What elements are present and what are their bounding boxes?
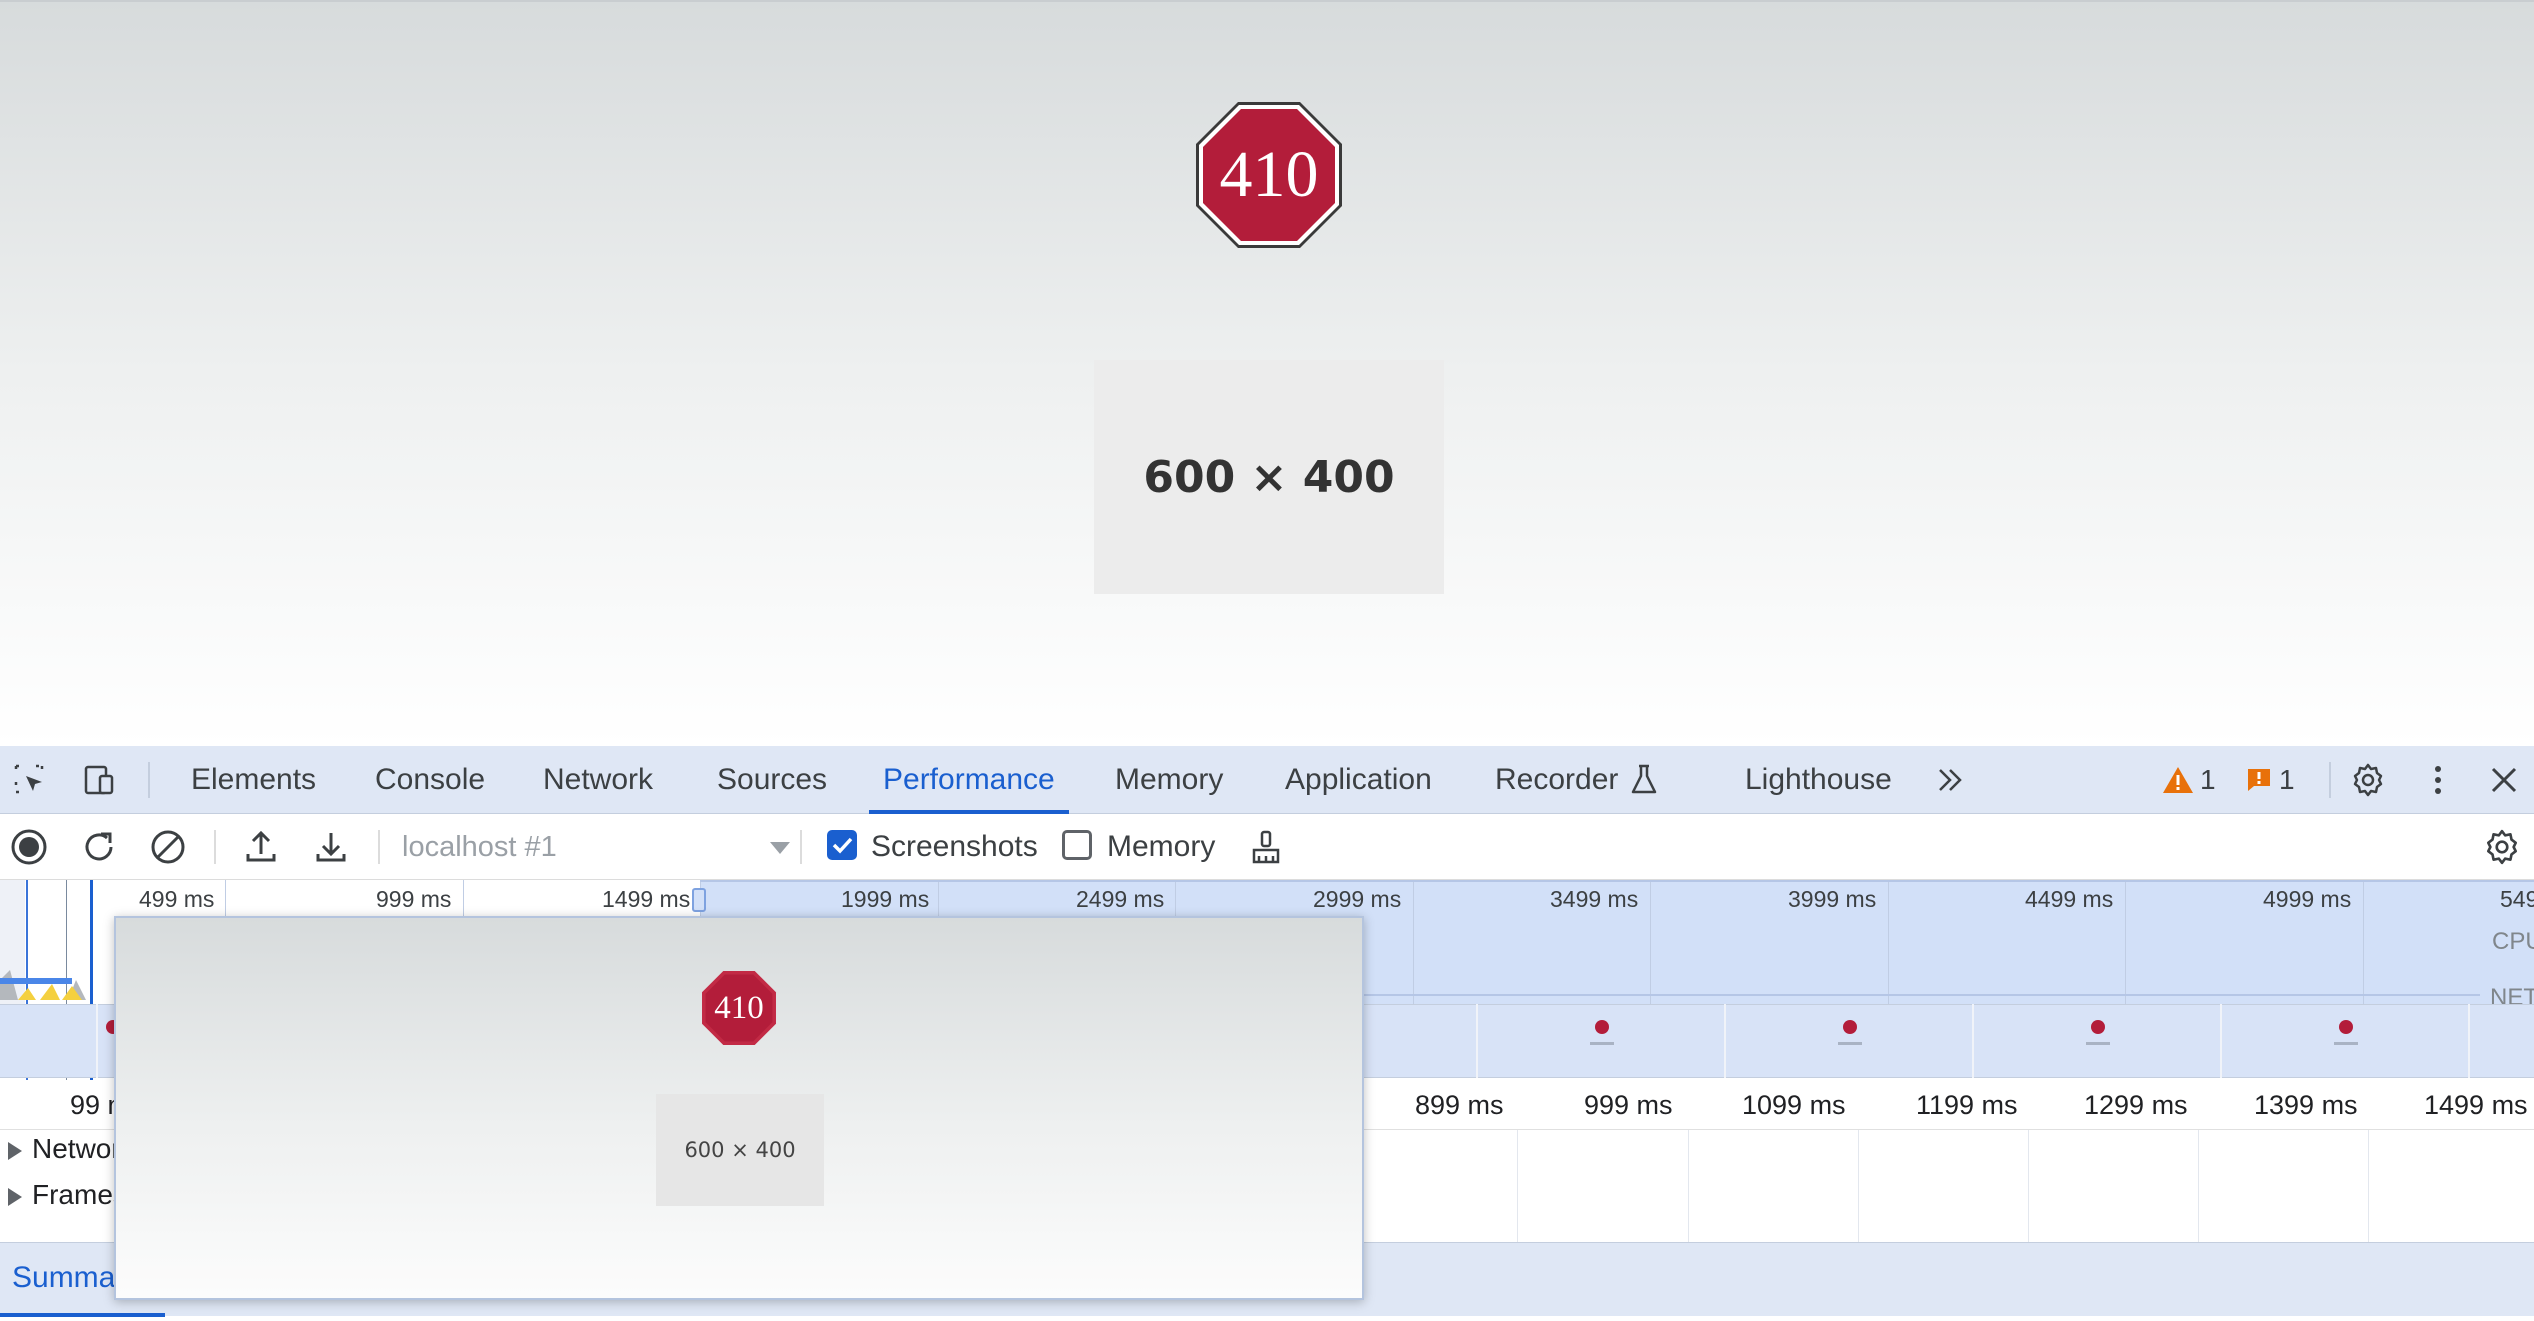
reload-record-icon[interactable] xyxy=(79,827,119,867)
expand-triangle-icon[interactable] xyxy=(8,1187,22,1206)
overview-time-label: 549 xyxy=(2500,886,2534,912)
placeholder-image: 600 × 400 xyxy=(1094,360,1444,594)
garbage-collect-broom-icon[interactable] xyxy=(1246,827,1286,867)
overview-time-label: 4999 ms xyxy=(2263,886,2352,912)
overview-time-label: 4499 ms xyxy=(2025,886,2114,912)
tab-performance[interactable]: Performance xyxy=(869,746,1069,814)
issue-count: 1 xyxy=(2279,764,2295,795)
tab-console[interactable]: Console xyxy=(375,746,485,814)
overview-time-label: 3499 ms xyxy=(1550,886,1639,912)
tab-lighthouse[interactable]: Lighthouse xyxy=(1745,746,1892,814)
ruler-time-label: 1399 ms xyxy=(2254,1090,2358,1120)
chevron-double-right-icon[interactable] xyxy=(1930,760,1970,800)
warning-icon xyxy=(2163,767,2193,793)
inspect-element-icon[interactable] xyxy=(10,760,50,800)
ruler-time-label: 999 ms xyxy=(1584,1090,1673,1120)
settings-gear-icon[interactable] xyxy=(2348,760,2388,800)
performance-toolbar: localhost #1 Screenshots Memory xyxy=(0,814,2534,880)
filmstrip-frame[interactable] xyxy=(2468,1004,2534,1078)
ruler-time-label: 899 ms xyxy=(1415,1090,1504,1120)
screenshots-checkbox[interactable] xyxy=(827,830,857,860)
overview-time-label: 2999 ms xyxy=(1313,886,1402,912)
upload-icon[interactable] xyxy=(241,827,281,867)
page-viewport: 410 600 × 400 xyxy=(0,0,2534,746)
cpu-activity-graph xyxy=(0,970,115,1000)
capture-settings-gear-icon[interactable] xyxy=(2482,827,2522,867)
overview-time-label: 2499 ms xyxy=(1076,886,1165,912)
summary-tab-underline xyxy=(0,1313,165,1317)
cpu-lane-label: CPU xyxy=(2492,928,2534,955)
tab-recorder[interactable]: Recorder xyxy=(1495,746,1618,814)
memory-label[interactable]: Memory xyxy=(1107,822,1215,872)
warning-badge[interactable]: 1 xyxy=(2162,764,2216,796)
target-select[interactable]: localhost #1 xyxy=(402,826,790,868)
record-icon[interactable] xyxy=(9,827,49,867)
download-icon[interactable] xyxy=(311,827,351,867)
tab-memory[interactable]: Memory xyxy=(1115,746,1223,814)
preview-stop-sign-text: 410 xyxy=(714,989,764,1026)
filmstrip-frame[interactable] xyxy=(1724,1004,1972,1078)
stop-sign-text: 410 xyxy=(1219,138,1319,211)
issues-badge[interactable]: 1 xyxy=(2245,764,2295,796)
flask-icon xyxy=(1624,760,1664,800)
overview-time-label: 499 ms xyxy=(139,886,215,912)
screenshot-preview-popover: 410 600 × 400 xyxy=(114,916,1364,1300)
memory-checkbox[interactable] xyxy=(1062,830,1092,860)
issue-icon xyxy=(2248,769,2270,791)
ruler-time-label: 1099 ms xyxy=(1742,1090,1846,1120)
ruler-time-label: 1199 ms xyxy=(1916,1090,2018,1120)
preview-placeholder-image: 600 × 400 xyxy=(656,1094,824,1206)
filmstrip-frame[interactable] xyxy=(96,1004,120,1078)
tab-application[interactable]: Application xyxy=(1285,746,1432,814)
ruler-time-label: 1299 ms xyxy=(2084,1090,2188,1120)
ruler-time-label: 1499 ms xyxy=(2424,1090,2528,1120)
overview-time-label: 1499 ms xyxy=(602,886,691,912)
filmstrip-frame[interactable] xyxy=(1972,1004,2220,1078)
chevron-down-icon xyxy=(770,842,790,854)
target-select-value: localhost #1 xyxy=(402,831,557,863)
overview-time-label: 1999 ms xyxy=(841,886,930,912)
screenshots-label[interactable]: Screenshots xyxy=(871,822,1038,872)
filmstrip-frame[interactable] xyxy=(2220,1004,2468,1078)
overview-time-label: 3999 ms xyxy=(1788,886,1877,912)
track-frames-label: Frames xyxy=(32,1179,127,1210)
device-toolbar-icon[interactable] xyxy=(78,760,118,800)
close-icon[interactable] xyxy=(2484,760,2524,800)
warning-count: 1 xyxy=(2200,764,2216,795)
tab-elements[interactable]: Elements xyxy=(191,746,316,814)
tab-sources[interactable]: Sources xyxy=(717,746,827,814)
clear-icon[interactable] xyxy=(148,827,188,867)
track-frames[interactable]: Frames xyxy=(0,1172,127,1218)
more-vertical-icon[interactable] xyxy=(2418,760,2458,800)
expand-triangle-icon[interactable] xyxy=(8,1141,22,1160)
stop-sign-image: 410 xyxy=(1194,100,1344,250)
tab-network[interactable]: Network xyxy=(543,746,653,814)
devtools-tabbar: Elements Console Network Sources Perform… xyxy=(0,746,2534,814)
preview-stop-sign-image: 410 xyxy=(701,970,777,1046)
overview-time-label: 999 ms xyxy=(376,886,452,912)
filmstrip-frame[interactable] xyxy=(1476,1004,1724,1078)
